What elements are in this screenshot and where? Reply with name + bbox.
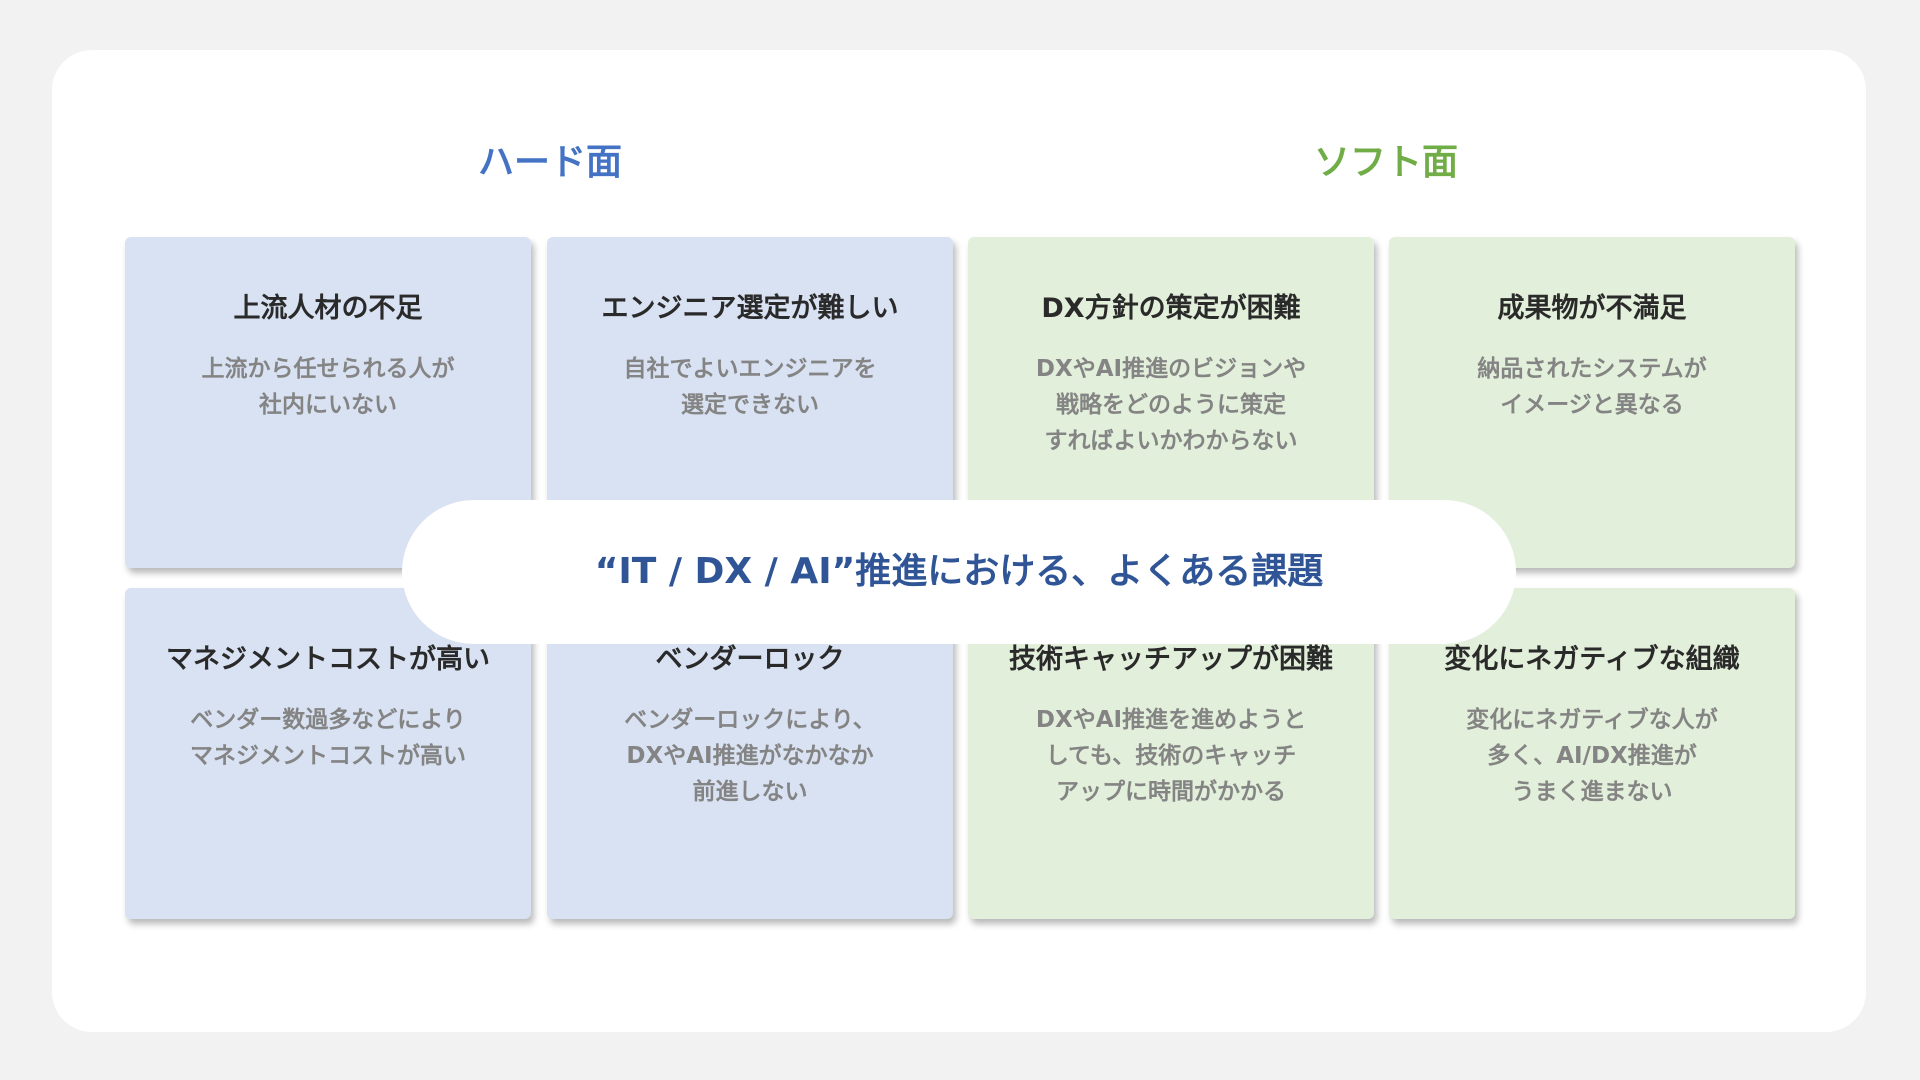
issue-card-desc-line: アップに時間がかかる [1056, 779, 1286, 805]
issue-card-desc-line: うまく進まない [1511, 779, 1673, 805]
issue-card-desc-line: 上流から任せられる人が [201, 356, 455, 382]
center-label: “IT / DX / AI”推進における、よくある課題 [594, 551, 1324, 592]
issue-card-title: ベンダーロック [655, 644, 845, 675]
issue-card-description: 自社でよいエンジニアを 選定できない [563, 351, 937, 423]
issue-card-desc-line: 変化にネガティブな人が [1466, 707, 1718, 733]
issue-card-desc-line: イメージと異なる [1500, 392, 1684, 418]
hard-side-heading: ハード面 [477, 142, 622, 183]
issue-card-title: マネジメントコストが高い [166, 644, 490, 675]
issue-card-desc-line: 社内にいない [259, 392, 397, 418]
soft-side-heading: ソフト面 [1313, 142, 1458, 183]
issue-card-desc-line: 納品されたシステムが [1477, 356, 1707, 382]
issue-card-desc-line: 戦略をどのように策定 [1056, 392, 1286, 418]
issue-card-desc-line: しても、技術のキャッチ [1045, 743, 1297, 769]
issue-card-desc-line: すればよいかわからない [1044, 428, 1298, 454]
center-label-pill: “IT / DX / AI”推進における、よくある課題 [402, 500, 1516, 644]
issue-card-desc-line: DXやAI推進を進めようと [1035, 707, 1307, 733]
issue-card-description: DXやAI推進のビジョンや 戦略をどのように策定 すればよいかわからない [984, 351, 1358, 459]
issue-card-desc-line: ベンダー数過多などにより [190, 707, 466, 733]
issue-card-desc-line: 前進しない [692, 779, 808, 805]
issue-card-desc-line: DXやAI推進がなかなか [626, 743, 874, 769]
issue-card-description: 変化にネガティブな人が 多く、AI/DX推進が うまく進まない [1405, 702, 1779, 810]
issue-card-description: 納品されたシステムが イメージと異なる [1405, 351, 1779, 423]
issue-card-title: DX方針の策定が困難 [1041, 293, 1301, 324]
issue-card-desc-line: ベンダーロックにより、 [624, 707, 876, 733]
issue-card-title: エンジニア選定が難しい [601, 293, 899, 324]
issue-card-description: ベンダー数過多などにより マネジメントコストが高い [141, 702, 515, 774]
issue-card-desc-line: マネジメントコストが高い [190, 743, 466, 769]
issue-card-desc-line: DXやAI推進のビジョンや [1035, 356, 1307, 382]
issue-card-desc-line: 自社でよいエンジニアを [623, 356, 877, 382]
issue-card-desc-line: 選定できない [681, 392, 819, 418]
issue-card-title: 技術キャッチアップが困難 [1009, 644, 1333, 675]
issue-card-description: 上流から任せられる人が 社内にいない [141, 351, 515, 423]
issue-card-title: 変化にネガティブな組織 [1444, 644, 1740, 675]
issue-card-description: DXやAI推進を進めようと しても、技術のキャッチ アップに時間がかかる [984, 702, 1358, 810]
issue-card-title: 成果物が不満足 [1497, 293, 1687, 324]
issue-card-description: ベンダーロックにより、 DXやAI推進がなかなか 前進しない [563, 702, 937, 810]
issue-card-title: 上流人材の不足 [233, 293, 423, 324]
issue-card-desc-line: 多く、AI/DX推進が [1487, 743, 1697, 769]
